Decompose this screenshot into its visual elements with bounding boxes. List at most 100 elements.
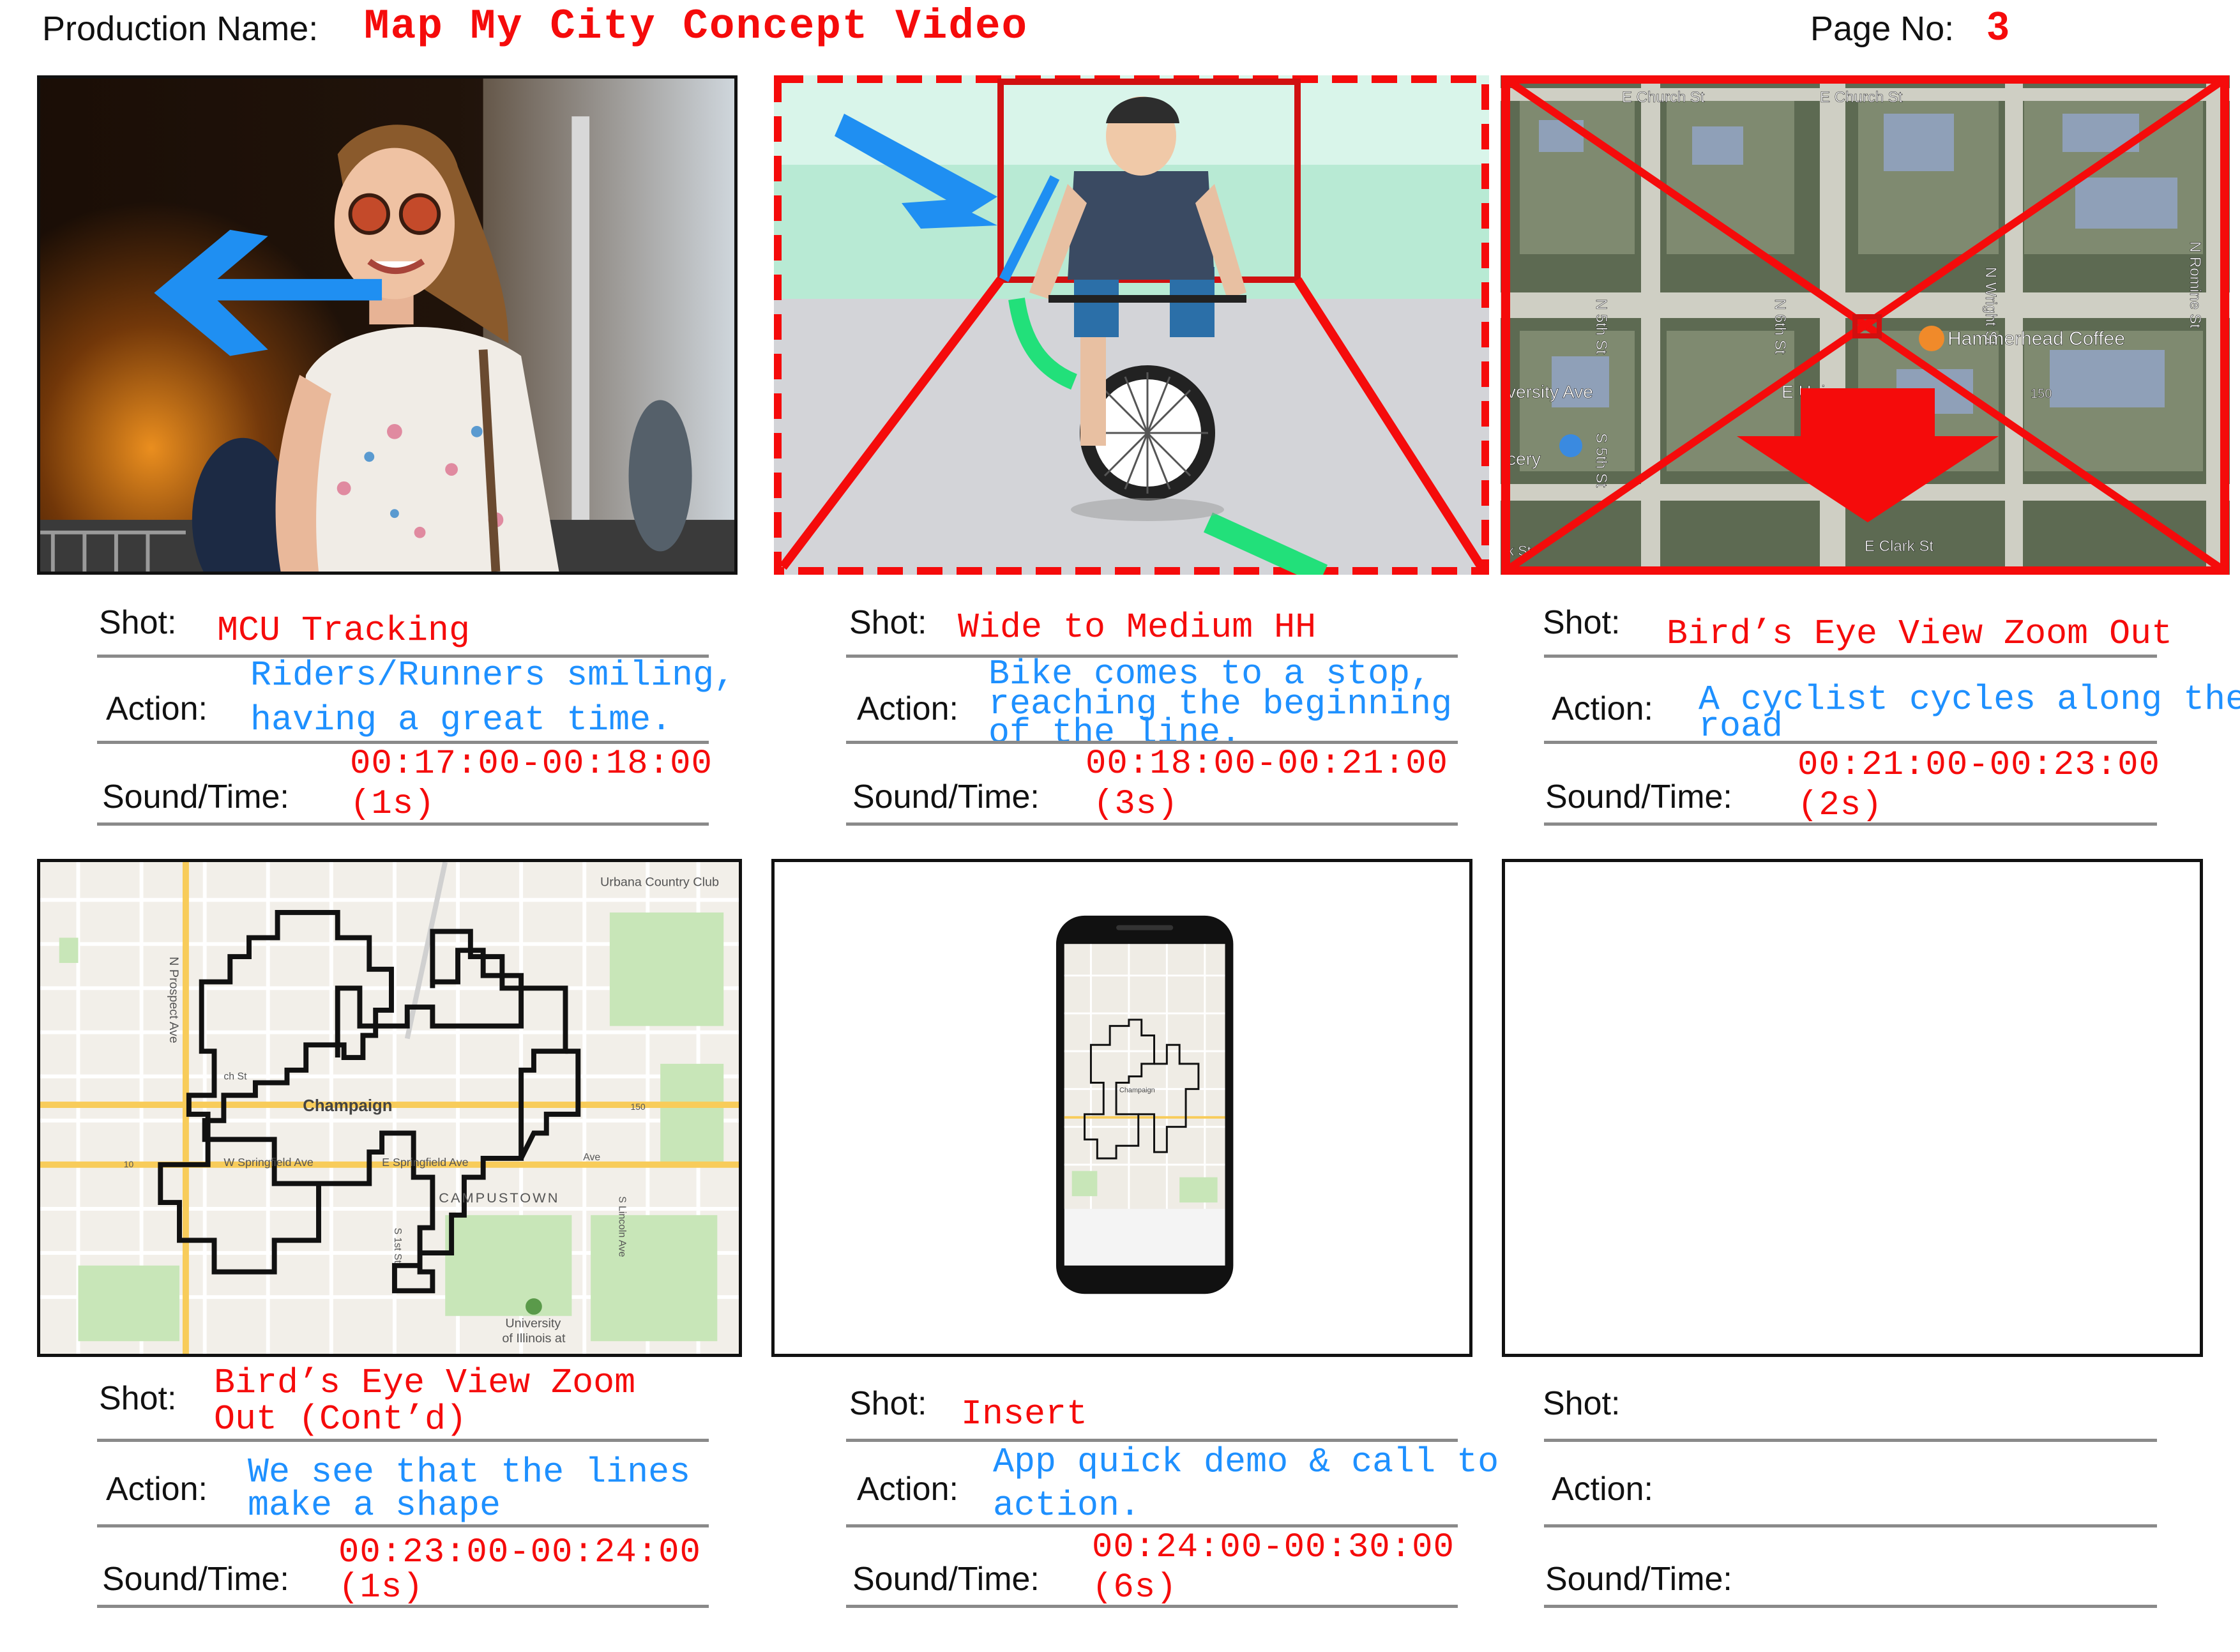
map-label-university-1: University [505,1317,561,1331]
map-label-romine: N Romine St [2186,241,2204,328]
panel-2-shot-label: Shot: [849,604,927,641]
panel-2-shot-value: Wide to Medium HH [958,607,1317,648]
map-label-e-springfield: E Springfield Ave [382,1156,469,1169]
map-label-cery: cery [1507,449,1541,469]
map-label-route-150: 150 [631,1102,646,1112]
panel-5-action-rule [846,1524,1458,1527]
panel-2-action-label: Action: [857,690,958,727]
panel-5-action-line-2: action. [993,1485,1141,1526]
panel-1-shot-label: Shot: [99,604,177,641]
map-label-champaign: Champaign [303,1097,392,1115]
panel-5-shot-label: Shot: [849,1385,927,1422]
panel-4-image: Urbana Country Club N Prospect Ave Champ… [40,862,739,1354]
panel-3-action-line-2: road [1699,706,1783,746]
production-name: Map My City Concept Video [364,3,1029,50]
panel-3-sound-rule [1544,822,2157,826]
map-label-campustown: CAMPUSTOWN [439,1190,559,1206]
map-label-n5th: N 5th St [1593,299,1610,354]
map-label-clark: E Clark St [1865,538,1934,555]
map-label-ave: Ave [583,1152,600,1163]
panel-5-image: Champaign [775,862,1469,1354]
panel-5-shot-value: Insert [961,1394,1088,1434]
panel-6-shot-rule [1544,1439,2157,1442]
production-name-label: Production Name: [42,10,319,48]
panel-2-sound-label: Sound/Time: [852,778,1040,815]
panel-4-shot-line-2: Out (Cont’d) [214,1399,467,1439]
panel-4-shot-label: Shot: [99,1380,177,1417]
panel-3-duration: (2s) [1797,786,1883,825]
panel-4-duration: (1s) [338,1568,424,1607]
map-label-n6th: N 6th St [1771,299,1789,354]
panel-2-frame [774,75,1489,575]
panel-3-action-label: Action: [1552,690,1653,727]
panel-4-sound-label: Sound/Time: [102,1561,289,1598]
panel-2-action-rule [846,741,1458,744]
panel-3-frame: E Church St E Church St N 5th St N 6th S… [1501,75,2230,575]
panel-4-shot-rule [97,1439,709,1442]
panel-5-sound-label: Sound/Time: [852,1561,1040,1598]
panel-4-action-rule [97,1524,709,1527]
panel-1-frame [37,75,738,575]
panel-3-action-rule [1544,741,2157,744]
panel-4-action-label: Action: [106,1471,208,1508]
map-label-church-1: E Church St [1622,89,1705,106]
university-pin-icon [526,1298,542,1315]
panel-4-action-line-2: make a shape [248,1485,501,1526]
map-label-ch-st: ch St [223,1072,247,1082]
phone-map-label: Champaign [1119,1086,1155,1094]
map-label-150: 150 [2031,387,2052,401]
panel-1-image [40,79,734,572]
panel-2-duration: (3s) [1093,785,1179,824]
panel-1-sound-rule [97,822,709,826]
panel-4-time: 00:23:00-00:24:00 [338,1533,701,1572]
panel-5-sound-rule [846,1605,1458,1608]
panel-1-duration: (1s) [350,785,435,824]
page-number: 3 [1987,4,2009,49]
panel-1-action-rule [97,741,709,744]
map-label-church-2: E Church St [1820,89,1903,106]
map-label-university: versity Ave [1507,382,1593,402]
panel-6-action-rule [1544,1524,2157,1527]
map-label-country-club: Urbana Country Club [600,875,719,890]
panel-1-action-label: Action: [106,690,208,727]
panel-6-sound-label: Sound/Time: [1545,1561,1732,1598]
map-label-s5th: S 5th St [1593,433,1610,488]
smartphone-icon: Champaign [1056,915,1234,1294]
map-label-w-springfield: W Springfield Ave [223,1156,314,1169]
panel-1-shot-value: MCU Tracking [217,610,471,651]
page-number-label: Page No: [1810,10,1955,48]
panel-6-action-label: Action: [1552,1471,1653,1508]
panel-2-time: 00:18:00-00:21:00 [1086,745,1448,784]
panel-3-time: 00:21:00-00:23:00 [1797,746,2160,785]
panel-1-time: 00:17:00-00:18:00 [350,745,713,784]
panel-5-action-line-1: App quick demo & call to [993,1442,1499,1482]
panel-1-sound-label: Sound/Time: [102,778,289,815]
panel-5-frame: Champaign [771,859,1472,1357]
panel-6-sound-rule [1544,1605,2157,1608]
panel-2-image [774,75,1489,575]
panel-4-frame: Urbana Country Club N Prospect Ave Champ… [37,859,742,1357]
grocery-pin-icon [1559,434,1582,457]
map-label-hammerhead: Hammerhead Coffee [1948,328,2125,349]
panel-6-frame [1502,859,2203,1357]
panel-3-shot-label: Shot: [1543,604,1621,641]
panel-5-time: 00:24:00-00:30:00 [1092,1528,1455,1567]
map-label-s1st: S 1st St [392,1228,403,1264]
panel-3-shot-rule [1544,655,2157,658]
panel-5-duration: (6s) [1092,1568,1177,1607]
panel-6-shot-label: Shot: [1543,1385,1621,1422]
panel-3-image: E Church St E Church St N 5th St N 6th S… [1501,75,2230,575]
panel-4-sound-rule [97,1605,709,1608]
panel-3-sound-label: Sound/Time: [1545,778,1732,815]
panel-3-shot-value: Bird’s Eye View Zoom Out [1667,614,2173,654]
map-label-route-10: 10 [124,1159,134,1169]
panel-1-action-line-1: Riders/Runners smiling, [250,655,736,695]
panel-4-action-line-1: We see that the lines [248,1452,691,1492]
panel-5-action-label: Action: [857,1471,958,1508]
map-label-lincoln: S Lincoln Ave [617,1196,628,1257]
panel-2-sound-rule [846,822,1458,826]
panel-4-shot-line-1: Bird’s Eye View Zoom [214,1363,636,1403]
coffee-pin-icon [1919,326,1944,351]
panel-1-action-line-2: having a great time. [250,700,672,740]
map-label-prospect: N Prospect Ave [167,957,181,1043]
